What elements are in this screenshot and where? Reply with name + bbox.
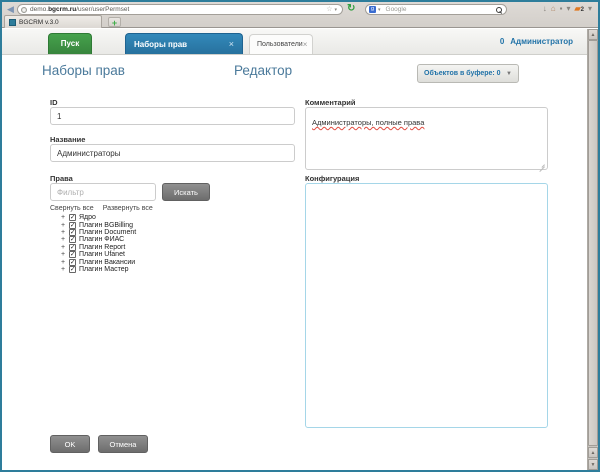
expand-all-link[interactable]: Развернуть все — [103, 205, 153, 212]
tab-label: Наборы прав — [134, 40, 229, 49]
tree-item-label: Плагин ФИАС — [79, 236, 124, 243]
search-icon[interactable] — [495, 6, 503, 14]
name-label: Название — [50, 135, 85, 144]
id-field[interactable] — [50, 107, 295, 125]
reload-icon[interactable]: ↻ — [347, 3, 355, 15]
tree-item-label: Ядро — [79, 214, 96, 221]
tree-row[interactable]: + ✓ Плагин Мастер — [60, 266, 136, 273]
checkbox-checked-icon[interactable]: ✓ — [69, 259, 76, 266]
expand-icon[interactable]: + — [60, 222, 66, 229]
checkbox-checked-icon[interactable]: ✓ — [69, 214, 76, 221]
browser-chrome: ◀ demo.bgcrm.ru/user/userPermset ☆ ▾ ↻ g… — [2, 2, 598, 28]
checkbox-checked-icon[interactable]: ✓ — [69, 236, 76, 243]
tree-item-label: Плагин BGBilling — [79, 222, 133, 229]
extension-icon[interactable]: ▰2 — [574, 3, 584, 16]
tree-row[interactable]: + ✓ Плагин Ufanet — [60, 251, 136, 258]
close-icon[interactable]: × — [229, 39, 234, 49]
tree-row[interactable]: + ✓ Плагин Document — [60, 229, 136, 236]
tree-row[interactable]: + ✓ Ядро — [60, 214, 136, 221]
expand-icon[interactable]: + — [60, 236, 66, 243]
expand-icon[interactable]: + — [60, 244, 66, 251]
search-engine-icon[interactable]: g — [369, 6, 376, 13]
comment-text: Администраторы, полные права — [312, 118, 424, 127]
tree-row[interactable]: + ✓ Плагин ФИАС — [60, 236, 136, 243]
current-user-link[interactable]: 0 Администратор — [500, 37, 573, 46]
name-field[interactable] — [50, 144, 295, 162]
search-engine-dropdown-icon[interactable]: ▾ — [378, 7, 381, 13]
app-tab-bar: Пуск Наборы прав × Пользователи × 0 Адми… — [2, 29, 587, 55]
bookmarks-dropdown-icon[interactable]: ▾ — [566, 3, 570, 15]
url-dropdown-icon[interactable]: ▾ — [334, 7, 337, 13]
vertical-scrollbar[interactable]: ▲ ▲ ▼ — [587, 29, 598, 470]
tab-users[interactable]: Пользователи × — [249, 34, 313, 54]
config-textarea[interactable] — [305, 183, 548, 428]
permissions-tree: + ✓ Ядро + ✓ Плагин BGBilling + ✓ Плагин… — [60, 214, 136, 273]
address-bar[interactable]: demo.bgcrm.ru/user/userPermset ☆ ▾ — [17, 4, 343, 15]
checkbox-checked-icon[interactable]: ✓ — [69, 229, 76, 236]
search-input[interactable]: Google — [386, 6, 495, 13]
tree-row[interactable]: + ✓ Плагин Вакансии — [60, 258, 136, 265]
collapse-all-link[interactable]: Свернуть все — [50, 205, 94, 212]
home-icon[interactable]: ⌂ — [551, 3, 556, 15]
user-count: 0 — [500, 37, 504, 46]
new-tab-button[interactable]: + — [108, 17, 121, 27]
search-box[interactable]: g ▾ Google — [365, 4, 507, 15]
browser-tab[interactable]: BGCRM v.3.0 — [4, 15, 102, 28]
filter-input[interactable] — [50, 183, 156, 201]
user-name: Администратор — [510, 37, 573, 46]
expand-icon[interactable]: + — [60, 229, 66, 236]
tree-item-label: Плагин Вакансии — [79, 259, 135, 266]
checkbox-checked-icon[interactable]: ✓ — [69, 222, 76, 229]
page-title: Наборы прав — [42, 63, 125, 78]
tree-item-label: Плагин Ufanet — [79, 251, 125, 258]
bookmarks-icon[interactable]: ▪ — [560, 3, 563, 15]
expand-icon[interactable]: + — [60, 251, 66, 258]
expand-icon[interactable]: + — [60, 266, 66, 273]
expand-icon[interactable]: + — [60, 214, 66, 221]
start-button[interactable]: Пуск — [48, 33, 92, 54]
tree-item-label: Плагин Мастер — [79, 266, 129, 273]
bookmark-star-icon[interactable]: ☆ — [326, 5, 332, 14]
buffer-select-label: Объектов в буфере: 0 — [424, 70, 506, 77]
scrollbar-thumb[interactable] — [588, 40, 598, 446]
browser-tab-title: BGCRM v.3.0 — [19, 19, 59, 26]
checkbox-checked-icon[interactable]: ✓ — [69, 266, 76, 273]
back-icon[interactable]: ◀ — [5, 3, 16, 15]
tree-row[interactable]: + ✓ Плагин Report — [60, 244, 136, 251]
downloads-icon[interactable]: ↓ — [543, 3, 547, 15]
cancel-button[interactable]: Отмена — [98, 435, 148, 453]
extension-badge: 2 — [581, 7, 584, 13]
comment-label: Комментарий — [305, 98, 356, 107]
id-label: ID — [50, 98, 58, 107]
scroll-down-icon[interactable]: ▼ — [588, 459, 598, 470]
chevron-down-icon: ▼ — [506, 71, 512, 77]
perms-label: Права — [50, 174, 73, 183]
editor-title: Редактор — [234, 63, 292, 78]
browser-window: ◀ demo.bgcrm.ru/user/userPermset ☆ ▾ ↻ g… — [0, 0, 600, 472]
tree-item-label: Плагин Report — [79, 244, 125, 251]
search-permissions-button[interactable]: Искать — [162, 183, 210, 201]
checkbox-checked-icon[interactable]: ✓ — [69, 244, 76, 251]
checkbox-checked-icon[interactable]: ✓ — [69, 251, 76, 258]
favicon — [9, 19, 16, 26]
scroll-up2-icon[interactable]: ▲ — [588, 447, 598, 458]
tree-item-label: Плагин Document — [79, 229, 136, 236]
expand-icon[interactable]: + — [60, 259, 66, 266]
ok-button[interactable]: OK — [50, 435, 90, 453]
site-identity-icon — [21, 7, 27, 13]
tab-label: Пользователи — [257, 41, 303, 48]
url-text[interactable]: demo.bgcrm.ru/user/userPermset — [30, 6, 326, 13]
resize-grip-icon[interactable] — [539, 161, 545, 167]
tab-permsets[interactable]: Наборы прав × — [125, 33, 243, 54]
tree-row[interactable]: + ✓ Плагин BGBilling — [60, 221, 136, 228]
comment-textarea[interactable]: Администраторы, полные права — [305, 107, 548, 170]
close-icon[interactable]: × — [303, 40, 308, 49]
config-label: Конфигурация — [305, 174, 359, 183]
buffer-select[interactable]: Объектов в буфере: 0 ▼ — [417, 64, 519, 83]
extension-dropdown-icon[interactable]: ▾ — [588, 3, 592, 15]
scroll-up-icon[interactable]: ▲ — [588, 29, 598, 40]
page-content: Наборы прав Редактор Объектов в буфере: … — [2, 55, 587, 470]
